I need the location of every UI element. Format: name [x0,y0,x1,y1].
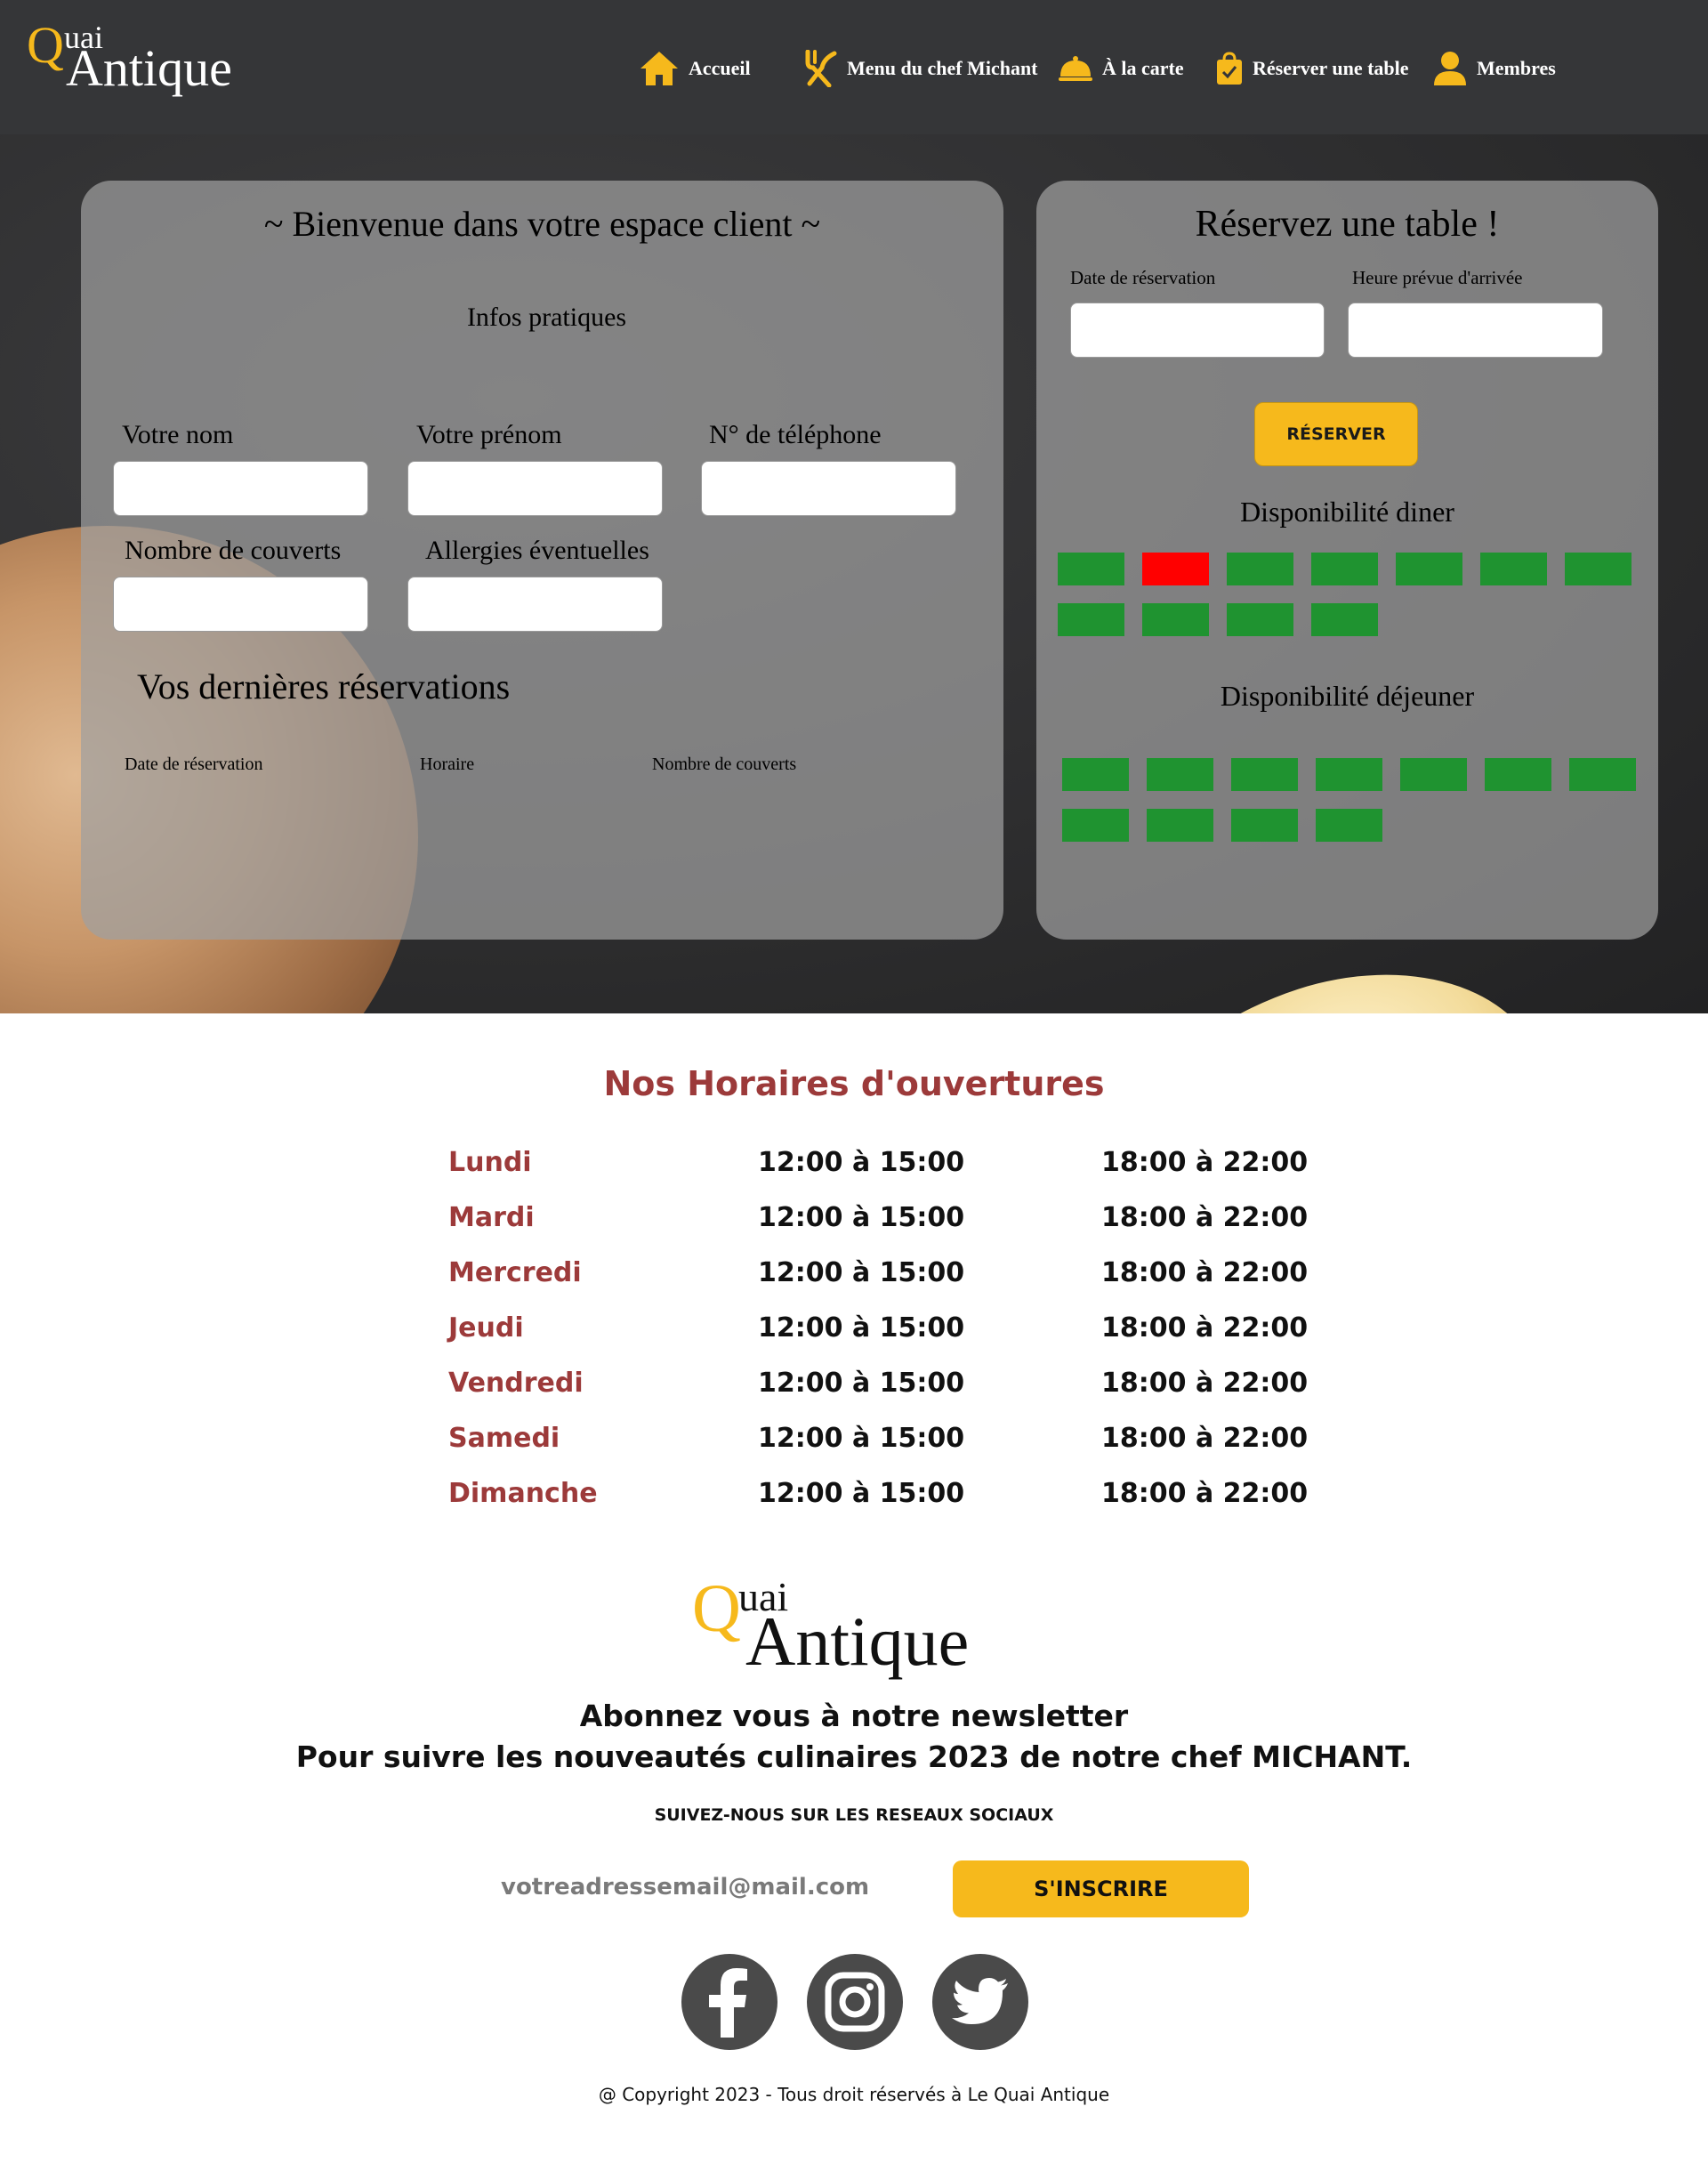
hours-dinner: 18:00 à 22:00 [1101,1478,1309,1509]
booking-date-label: Date de réservation [1070,267,1216,288]
lunch-slot-available[interactable] [1485,758,1551,791]
home-icon [640,52,678,85]
logo[interactable]: Q uai Antique [27,18,240,107]
newsletter-line2: Pour suivre les nouveautés culinaires 20… [295,1739,1413,1774]
nav-label: Réserver une table [1253,57,1409,79]
hours-day: Vendredi [448,1368,584,1399]
facebook-icon[interactable] [681,1954,777,2050]
logo-q: Q [27,16,64,74]
hours-lunch: 12:00 à 15:00 [758,1478,965,1509]
lunch-slot-available[interactable] [1231,758,1298,791]
hours-dinner: 18:00 à 22:00 [1101,1147,1309,1178]
prenom-input[interactable] [407,461,663,516]
hours-day: Mercredi [448,1257,582,1288]
allergies-label: Allergies éventuelles [425,536,649,565]
hours-day: Mardi [448,1202,535,1233]
reservations-col-date: Date de réservation [125,755,263,774]
couverts-label: Nombre de couverts [125,536,342,565]
newsletter-line1: Abonnez vous à notre newsletter [579,1699,1129,1733]
bag-check-icon [1217,52,1242,85]
dinner-slot-available[interactable] [1227,603,1293,636]
social-follow-label: SUIVEZ-NOUS SUR LES RESEAUX SOCIAUX [654,1805,1054,1825]
nav-label: À la carte [1102,57,1184,79]
lunch-slot-available[interactable] [1147,809,1213,842]
hours-dinner: 18:00 à 22:00 [1101,1423,1309,1454]
lunch-slot-available[interactable] [1062,758,1129,791]
footer-logo-antique: Antique [745,1602,970,1680]
reservations-title: Vos dernières réservations [137,666,511,706]
reservations-col-couverts: Nombre de couverts [652,755,797,774]
hours-day: Dimanche [448,1478,598,1509]
dinner-slot-available[interactable] [1565,553,1631,585]
telephone-input[interactable] [701,461,956,516]
booking-time-input[interactable] [1348,303,1603,358]
footer-logo[interactable]: Q uai Antique [692,1575,995,1691]
twitter-icon[interactable] [932,1954,1028,2050]
lunch-slot-available[interactable] [1400,758,1467,791]
dinner-slot-available[interactable] [1058,553,1124,585]
nav-label: Membres [1477,57,1556,79]
booking-date-input[interactable] [1070,303,1325,358]
dinner-slot-available[interactable] [1396,553,1462,585]
footer-logo-q: Q [692,1571,741,1646]
hours-lunch: 12:00 à 15:00 [758,1423,965,1454]
nav-menu-chef[interactable]: Menu du chef Michant [802,46,1038,91]
booking-time-label: Heure prévue d'arrivée [1352,267,1523,288]
copyright: @ Copyright 2023 - Tous droit réservés à… [598,2084,1110,2105]
newsletter-email-input[interactable]: votreadressemail@mail.com [501,1874,869,1901]
dinner-slot-available[interactable] [1058,603,1124,636]
dinner-slot-available[interactable] [1311,603,1378,636]
hours-lunch: 12:00 à 15:00 [758,1257,965,1288]
nav-a-la-carte[interactable]: À la carte [1058,46,1184,91]
hours-day: Samedi [448,1423,560,1454]
nom-input[interactable] [113,461,368,516]
site-header: Q uai Antique Accueil Menu du chef Micha… [0,0,1708,134]
dinner-slot-unavailable[interactable] [1142,553,1209,585]
couverts-input[interactable] [113,577,368,632]
lunch-slot-available[interactable] [1147,758,1213,791]
dinner-slot-available[interactable] [1142,603,1209,636]
nav-membres[interactable]: Membres [1432,46,1556,91]
nom-label: Votre nom [122,420,234,449]
lunch-slot-available[interactable] [1569,758,1636,791]
logo-antique: Antique [66,39,232,97]
hours-dinner: 18:00 à 22:00 [1101,1368,1309,1399]
booking-title: Réservez une table ! [1195,204,1500,245]
subscribe-button[interactable]: S'INSCRIRE [953,1860,1249,1917]
instagram-icon[interactable] [807,1954,903,2050]
dinner-availability-title: Disponibilité diner [1240,496,1454,528]
allergies-input[interactable] [407,577,663,632]
lunch-slot-available[interactable] [1316,758,1382,791]
nav-label: Accueil [689,57,751,79]
dinner-slot-available[interactable] [1311,553,1378,585]
hours-dinner: 18:00 à 22:00 [1101,1257,1309,1288]
hours-lunch: 12:00 à 15:00 [758,1202,965,1233]
hours-day: Jeudi [448,1312,524,1344]
telephone-label: N° de téléphone [709,420,882,449]
nav-reserver[interactable]: Réserver une table [1215,46,1409,91]
hours-lunch: 12:00 à 15:00 [758,1312,965,1344]
lunch-slot-available[interactable] [1231,809,1298,842]
hours-title: Nos Horaires d'ouvertures [603,1064,1105,1103]
utensils-icon [805,50,837,87]
client-space-title: ~ Bienvenue dans votre espace client ~ [263,204,821,244]
hours-dinner: 18:00 à 22:00 [1101,1202,1309,1233]
hours-lunch: 12:00 à 15:00 [758,1368,965,1399]
reservations-col-horaire: Horaire [420,755,475,774]
reserve-button[interactable]: RÉSERVER [1254,402,1418,466]
lunch-availability-title: Disponibilité déjeuner [1220,680,1475,712]
prenom-label: Votre prénom [416,420,562,449]
lunch-slot-available[interactable] [1316,809,1382,842]
hours-day: Lundi [448,1147,532,1178]
cloche-icon [1059,56,1092,81]
dinner-slot-available[interactable] [1227,553,1293,585]
info-heading: Infos pratiques [466,303,627,332]
nav-accueil[interactable]: Accueil [639,46,751,91]
user-icon [1434,52,1466,85]
dinner-slot-available[interactable] [1480,553,1547,585]
nav-label: Menu du chef Michant [847,57,1038,79]
hours-dinner: 18:00 à 22:00 [1101,1312,1309,1344]
lunch-slot-available[interactable] [1062,809,1129,842]
hours-lunch: 12:00 à 15:00 [758,1147,965,1178]
